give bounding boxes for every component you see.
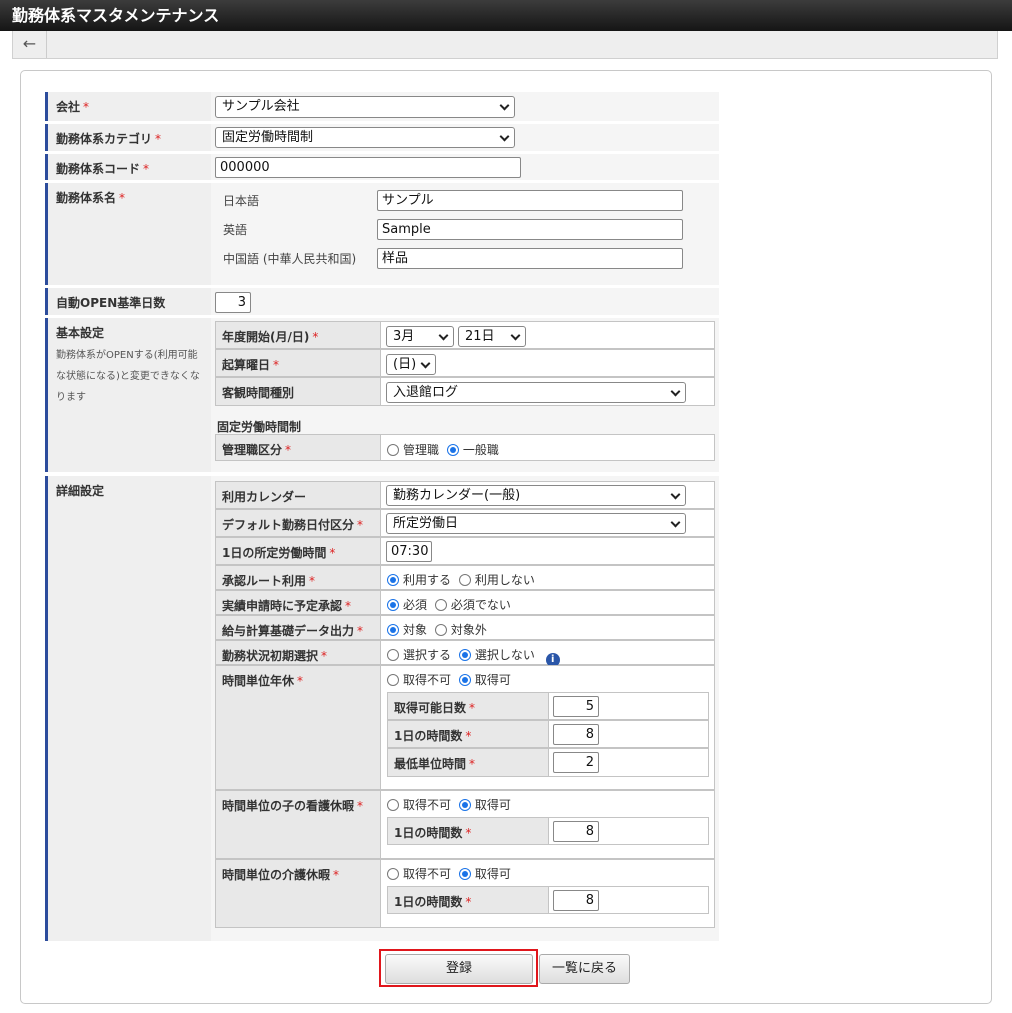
radio-child-available[interactable] bbox=[458, 799, 471, 811]
year-start-label: 年度開始(月/日) * bbox=[215, 321, 381, 349]
lang-label-zh: 中国語 (中華人民共和国) bbox=[223, 252, 357, 266]
name-zh-input[interactable]: 样品 bbox=[377, 248, 683, 269]
chevron-down-icon bbox=[670, 517, 681, 528]
hourly-per-day-label: 1日の時間数 * bbox=[387, 720, 549, 748]
care-hours-input[interactable]: 8 bbox=[553, 890, 599, 911]
radio-care-unavailable[interactable] bbox=[387, 868, 399, 880]
auto-open-input[interactable]: 3 bbox=[215, 292, 251, 313]
company-select[interactable]: サンプル会社 bbox=[215, 96, 515, 118]
category-select[interactable]: 固定労働時間制 bbox=[215, 127, 515, 148]
approval-route-radio-group: 利用する 利用しない bbox=[387, 571, 539, 588]
chevron-down-icon bbox=[499, 100, 510, 111]
chevron-down-icon bbox=[499, 131, 510, 142]
care-hours-label: 1日の時間数 * bbox=[387, 886, 549, 914]
radio-general[interactable] bbox=[446, 444, 459, 456]
child-hours-label: 1日の時間数 * bbox=[387, 817, 549, 845]
hourly-per-day-input[interactable]: 8 bbox=[553, 724, 599, 745]
page-title: 勤務体系マスタメンテナンス bbox=[0, 0, 1012, 31]
radio-status-noselect[interactable] bbox=[458, 649, 471, 661]
work-hours-input[interactable]: 07:30 bbox=[386, 541, 432, 562]
lang-label-en: 英語 bbox=[223, 223, 248, 237]
child-hours-input[interactable]: 8 bbox=[553, 821, 599, 842]
child-care-leave-label: 時間単位の子の看護休暇 * bbox=[215, 790, 381, 859]
name-en-input[interactable]: Sample bbox=[377, 219, 683, 240]
default-day-select[interactable]: 所定労働日 bbox=[386, 513, 686, 534]
radio-plan-notrequired[interactable] bbox=[434, 599, 447, 611]
basic-settings-label: 基本設定 勤務体系がOPENする(利用可能な状態になる)と変更できなくなります bbox=[45, 318, 211, 472]
back-arrow-icon[interactable]: ← bbox=[13, 31, 47, 58]
basic-settings-note: 勤務体系がOPENする(利用可能な状態になる)と変更できなくなります bbox=[56, 350, 200, 403]
chevron-down-icon bbox=[510, 330, 521, 341]
chevron-down-icon bbox=[670, 489, 681, 500]
min-unit-label: 最低単位時間 * bbox=[387, 748, 549, 777]
code-input[interactable]: 000000 bbox=[215, 157, 521, 178]
available-days-label: 取得可能日数 * bbox=[387, 692, 549, 720]
chevron-down-icon bbox=[670, 386, 681, 397]
calendar-label: 利用カレンダー bbox=[215, 481, 381, 509]
radio-child-unavailable[interactable] bbox=[387, 799, 399, 811]
code-label: 勤務体系コード * bbox=[45, 154, 211, 180]
payroll-output-radio-group: 対象 対象外 bbox=[387, 621, 491, 638]
plan-approval-radio-group: 必須 必須でない bbox=[387, 596, 515, 613]
day-select[interactable]: 21日 bbox=[458, 326, 526, 347]
nursing-care-leave-label: 時間単位の介護休暇 * bbox=[215, 859, 381, 928]
fixed-hours-heading: 固定労働時間制 bbox=[217, 420, 302, 434]
auto-open-label: 自動OPEN基準日数 bbox=[45, 288, 211, 315]
manager-class-label: 管理職区分 * bbox=[215, 434, 381, 461]
radio-payroll-target[interactable] bbox=[387, 624, 399, 636]
name-ja-input[interactable]: サンプル bbox=[377, 190, 683, 211]
back-to-list-button[interactable]: 一覧に戻る bbox=[539, 954, 630, 984]
detail-settings-label: 詳細設定 bbox=[45, 476, 211, 941]
radio-payroll-excluded[interactable] bbox=[434, 624, 447, 636]
chevron-down-icon bbox=[420, 358, 431, 369]
radio-route-use[interactable] bbox=[387, 574, 399, 586]
objective-time-label: 客観時間種別 bbox=[215, 377, 381, 406]
company-label: 会社 * bbox=[45, 92, 211, 121]
form-panel: 会社 * サンプル会社 勤務体系カテゴリ * 固定労働時間制 勤務体系コード * 00… bbox=[20, 70, 992, 1004]
status-initial-radio-group: 選択する 選択しない i bbox=[387, 646, 560, 667]
status-initial-label: 勤務状況初期選択 * bbox=[215, 640, 381, 665]
register-button[interactable]: 登録 bbox=[385, 954, 533, 984]
lang-label-ja: 日本語 bbox=[223, 194, 260, 208]
radio-manager[interactable] bbox=[387, 444, 399, 456]
available-days-input[interactable]: 5 bbox=[553, 696, 599, 717]
month-select[interactable]: 3月 bbox=[386, 326, 454, 347]
payroll-output-label: 給与計算基礎データ出力 * bbox=[215, 615, 381, 640]
chevron-down-icon bbox=[438, 330, 449, 341]
approval-route-label: 承認ルート利用 * bbox=[215, 565, 381, 590]
radio-route-nouse[interactable] bbox=[458, 574, 471, 586]
radio-plan-required[interactable] bbox=[387, 599, 399, 611]
weekday-label: 起算曜日 * bbox=[215, 349, 381, 377]
manager-class-radio-group: 管理職 一般職 bbox=[387, 441, 503, 458]
hourly-leave-radio-group: 取得不可 取得可 bbox=[387, 671, 515, 688]
radio-hourly-unavailable[interactable] bbox=[387, 674, 399, 686]
radio-care-available[interactable] bbox=[458, 868, 471, 880]
nursing-care-radio-group: 取得不可 取得可 bbox=[387, 865, 515, 882]
name-label: 勤務体系名 * bbox=[45, 183, 211, 285]
work-hours-label: 1日の所定労働時間 * bbox=[215, 537, 381, 565]
weekday-select[interactable]: (日) bbox=[386, 354, 436, 375]
hourly-leave-label: 時間単位年休 * bbox=[215, 665, 381, 790]
radio-hourly-available[interactable] bbox=[458, 674, 471, 686]
toolbar: ← bbox=[12, 31, 998, 59]
child-care-radio-group: 取得不可 取得可 bbox=[387, 796, 515, 813]
category-label: 勤務体系カテゴリ * bbox=[45, 124, 211, 151]
min-unit-input[interactable]: 2 bbox=[553, 752, 599, 773]
objective-time-select[interactable]: 入退館ログ bbox=[386, 382, 686, 403]
calendar-select[interactable]: 勤務カレンダー(一般) bbox=[386, 485, 686, 506]
default-day-label: デフォルト勤務日付区分 * bbox=[215, 509, 381, 537]
radio-status-select[interactable] bbox=[387, 649, 399, 661]
plan-approval-label: 実績申請時に予定承認 * bbox=[215, 590, 381, 615]
